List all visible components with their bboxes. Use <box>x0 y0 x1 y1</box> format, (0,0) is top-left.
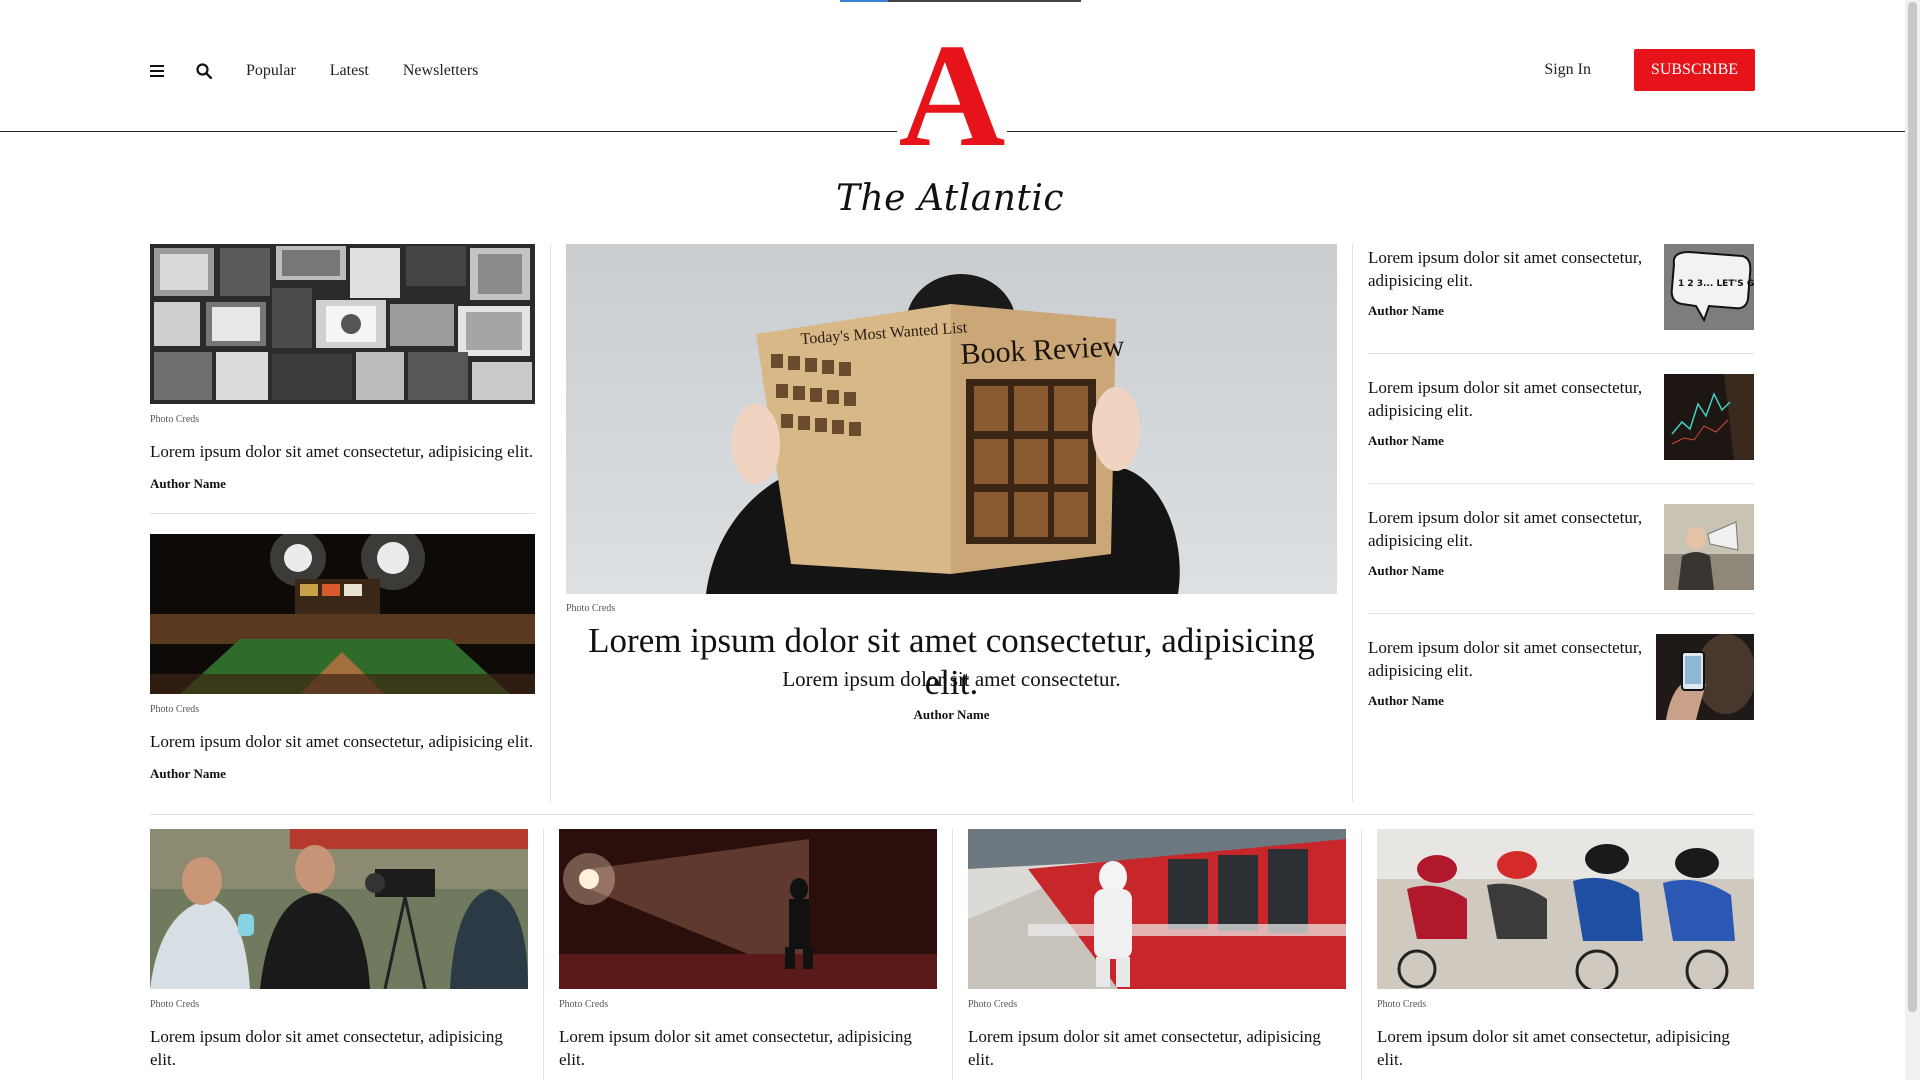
story-image-stadium[interactable] <box>150 534 535 694</box>
nav-link-latest[interactable]: Latest <box>330 62 369 80</box>
story-author[interactable]: Author Name <box>1368 433 1444 449</box>
photo-credit: Photo Creds <box>968 999 1018 1010</box>
right-story-1[interactable]: Lorem ipsum dolor sit amet consectetur, … <box>1368 244 1754 374</box>
right-story-4[interactable]: Lorem ipsum dolor sit amet consectetur, … <box>1368 634 1754 764</box>
reading-progress-fill <box>840 0 888 2</box>
featured-subhead: Lorem ipsum dolor sit amet consectetur. <box>782 667 1121 691</box>
sign-in-link[interactable]: Sign In <box>1544 61 1591 79</box>
story-image-tvs[interactable] <box>150 244 535 404</box>
story-headline[interactable]: Lorem ipsum dolor sit amet consectetur, … <box>1368 506 1658 552</box>
nav-link-popular[interactable]: Popular <box>246 62 296 80</box>
right-divider <box>1368 483 1754 484</box>
photo-credit: Photo Creds <box>1377 999 1427 1010</box>
photo-credit: Photo Creds <box>150 414 200 425</box>
page-scrollbar[interactable] <box>1905 0 1920 1080</box>
story-author[interactable]: Author Name <box>150 476 226 492</box>
story-headline[interactable]: Lorem ipsum dolor sit amet consectetur, … <box>1377 1025 1747 1071</box>
story-thumb-lets-go[interactable]: 1 2 3... LET'S GO! <box>1664 244 1754 330</box>
story-author[interactable]: Author Name <box>1368 563 1444 579</box>
bottom-divider <box>543 829 544 1080</box>
story-headline[interactable]: Lorem ipsum dolor sit amet consectetur, … <box>1368 246 1658 292</box>
page-scrollbar-thumb[interactable] <box>1908 2 1917 1012</box>
top-nav-right: Sign In SUBSCRIBE <box>1544 49 1755 91</box>
photo-credit: Photo Creds <box>150 704 200 715</box>
search-icon[interactable] <box>196 63 212 79</box>
photo-credit: Photo Creds <box>150 999 200 1010</box>
photo-credit: Photo Creds <box>566 603 616 614</box>
story-thumb-stock-chart[interactable] <box>1664 374 1754 460</box>
story-image-astronaut-train[interactable] <box>968 829 1346 989</box>
bottom-divider <box>1361 829 1362 1080</box>
atlantic-logo-mark[interactable]: A <box>897 22 1007 170</box>
nav-link-newsletters[interactable]: Newsletters <box>403 62 479 80</box>
right-divider <box>1368 353 1754 354</box>
thumb-text: 1 2 3... LET'S GO! <box>1678 279 1754 289</box>
story-headline[interactable]: Lorem ipsum dolor sit amet consectetur, … <box>150 1025 520 1071</box>
story-image-concert[interactable] <box>559 829 937 989</box>
reading-progress-bar <box>840 0 1081 2</box>
right-story-2[interactable]: Lorem ipsum dolor sit amet consectetur, … <box>1368 374 1754 504</box>
top-nav-left: Popular Latest Newsletters <box>150 56 512 86</box>
hamburger-icon[interactable] <box>150 65 164 77</box>
story-headline[interactable]: Lorem ipsum dolor sit amet consectetur, … <box>968 1025 1338 1071</box>
right-story-3[interactable]: Lorem ipsum dolor sit amet consectetur, … <box>1368 504 1754 634</box>
story-image-cyclists[interactable] <box>1377 829 1754 989</box>
left-divider <box>150 513 535 514</box>
story-headline[interactable]: Lorem ipsum dolor sit amet consectetur, … <box>1368 376 1658 422</box>
column-divider-right <box>1352 244 1353 802</box>
story-thumb-megaphone[interactable] <box>1664 504 1754 590</box>
subscribe-button[interactable]: SUBSCRIBE <box>1634 49 1755 91</box>
section-divider <box>150 814 1754 815</box>
story-author[interactable]: Author Name <box>1368 303 1444 319</box>
masthead-rule-left <box>0 131 897 132</box>
story-thumb-phone[interactable] <box>1656 634 1754 720</box>
story-image-interview[interactable] <box>150 829 528 989</box>
masthead-rule-right <box>1007 131 1905 132</box>
featured-author[interactable]: Author Name <box>566 707 1337 723</box>
story-headline[interactable]: Lorem ipsum dolor sit amet consectetur, … <box>150 440 540 463</box>
story-author[interactable]: Author Name <box>150 766 226 782</box>
story-headline[interactable]: Lorem ipsum dolor sit amet consectetur, … <box>559 1025 929 1071</box>
featured-image[interactable]: Today's Most Wanted List Book Review <box>566 244 1337 594</box>
column-divider-left <box>550 244 551 802</box>
story-headline[interactable]: Lorem ipsum dolor sit amet consectetur, … <box>1368 636 1658 682</box>
photo-credit: Photo Creds <box>559 999 609 1010</box>
story-author[interactable]: Author Name <box>1368 693 1444 709</box>
bottom-divider <box>952 829 953 1080</box>
atlantic-logo-wordmark[interactable]: The Atlantic <box>800 178 1100 219</box>
story-headline[interactable]: Lorem ipsum dolor sit amet consectetur, … <box>150 730 540 753</box>
right-divider <box>1368 613 1754 614</box>
